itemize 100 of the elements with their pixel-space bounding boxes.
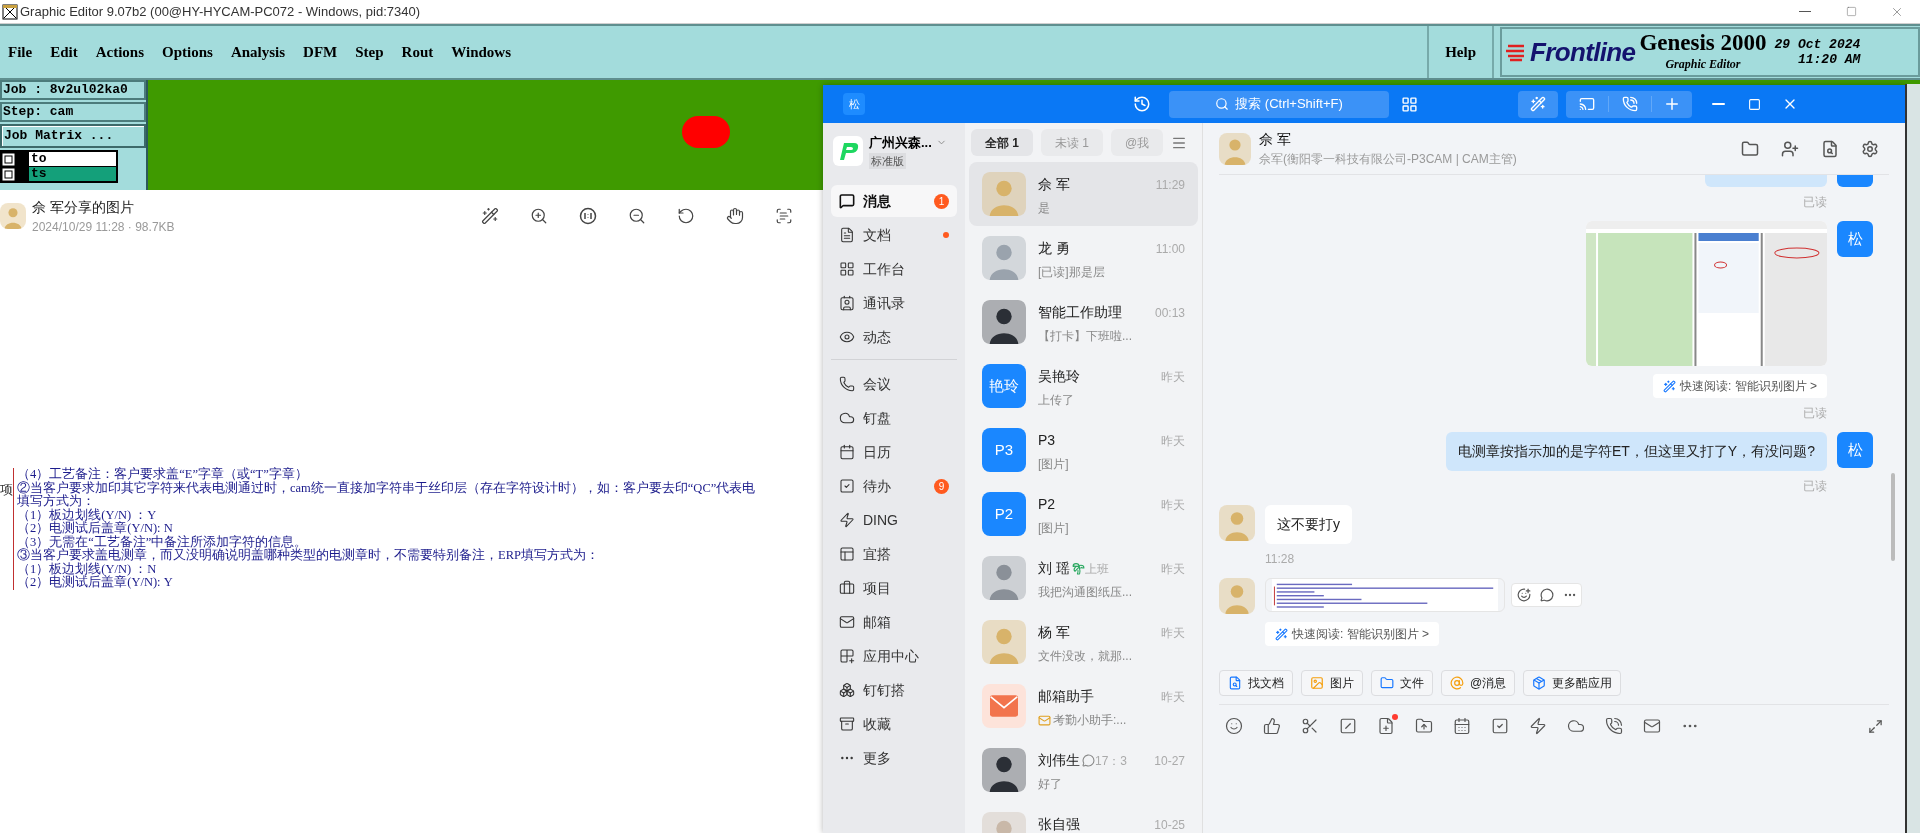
settings-icon[interactable]: [1861, 139, 1879, 158]
conversation-item[interactable]: P2 P2 昨天 [图片]: [969, 482, 1198, 546]
quick-action-button[interactable]: 文件: [1371, 670, 1433, 696]
nav-item[interactable]: 钉盘: [831, 402, 957, 434]
actual-size-icon[interactable]: [579, 207, 597, 225]
folder-icon[interactable]: [1741, 139, 1759, 158]
conversation-item[interactable]: P3 P3 昨天 [图片]: [969, 418, 1198, 482]
toolbar-icon[interactable]: [1567, 717, 1585, 735]
edition-tag: 标准版: [869, 152, 906, 169]
toolbar-icon[interactable]: [1415, 717, 1433, 735]
quick-action-button[interactable]: @消息: [1441, 670, 1516, 696]
ai-button[interactable]: [1518, 90, 1558, 118]
conversation-item[interactable]: 杨 军 昨天 文件没改，就那...: [969, 610, 1198, 674]
quick-action-button[interactable]: 图片: [1301, 670, 1363, 696]
apps-icon[interactable]: [1401, 95, 1418, 113]
conversation-item[interactable]: 龙 勇 11:00 [已读]那是层: [969, 226, 1198, 290]
message-preview: 我把沟通图纸压...: [1038, 584, 1132, 601]
filter-tab[interactable]: 全部 1: [971, 129, 1033, 156]
history-icon[interactable]: [1133, 95, 1151, 113]
nav-item[interactable]: 更多: [831, 742, 957, 774]
message-time: 昨天: [1161, 368, 1185, 386]
nav-item[interactable]: 待办 9: [831, 470, 957, 502]
menu-item[interactable]: Rout: [401, 40, 434, 64]
help-button[interactable]: Help: [1427, 26, 1494, 78]
job-matrix-button[interactable]: Job Matrix ...: [0, 124, 146, 148]
nav-item[interactable]: 工作台: [831, 253, 957, 285]
avatar-icon: [982, 172, 1026, 216]
toolbar-icon[interactable]: [775, 207, 793, 225]
nav-icon: [839, 648, 855, 664]
nav-item[interactable]: 文档: [831, 219, 957, 251]
menu-item[interactable]: Analysis: [230, 40, 286, 64]
toolbar-icon[interactable]: [1643, 717, 1661, 735]
chat-subtitle: 佘军(衡阳零一科技有限公司-P3CAM | CAM主管): [1259, 151, 1517, 168]
menu-item[interactable]: Edit: [50, 40, 78, 64]
toolbar-icon[interactable]: [1529, 717, 1547, 735]
toolbar-icon[interactable]: [1339, 717, 1357, 735]
toolbar-icon[interactable]: [1301, 717, 1319, 735]
phone-icon: [1622, 96, 1638, 112]
document-line: 填写方式为：: [17, 495, 95, 508]
search-icon[interactable]: [1821, 139, 1839, 158]
toolbar-icon[interactable]: [481, 207, 499, 225]
quick-read-chip[interactable]: 快速阅读: 智能识别图片 >: [1653, 374, 1827, 398]
add-user-icon[interactable]: [1781, 139, 1799, 158]
toolbar-icon[interactable]: [726, 207, 744, 225]
conversation-item[interactable]: 佘 军 11:29 是: [969, 162, 1198, 226]
conversation-item[interactable]: 邮箱助手 昨天 考勤小助手:...: [969, 674, 1198, 738]
conversation-item[interactable]: 刘伟生 17：3 10-27 好了: [969, 738, 1198, 802]
action-icon: [1310, 676, 1324, 690]
status-text: 17：3: [1095, 752, 1128, 770]
expand-icon[interactable]: [1868, 718, 1883, 734]
checkbox-icon[interactable]: [2, 152, 15, 166]
nav-item[interactable]: 通讯录: [831, 287, 957, 319]
layer-name[interactable]: to: [29, 152, 116, 166]
toolbar-icon[interactable]: [677, 207, 695, 225]
message-bubble: 电测章按指示加的是字符ET，但这里又打了Y，有没问题?: [1446, 432, 1827, 471]
nav-item[interactable]: 钉钉搭: [831, 674, 957, 706]
quick-action-button[interactable]: 找文档: [1219, 670, 1293, 696]
menu-item[interactable]: Options: [162, 40, 213, 64]
checkbox-icon[interactable]: [2, 167, 15, 181]
nav-item[interactable]: 日历: [831, 436, 957, 468]
nav-item[interactable]: 消息 1: [831, 185, 957, 217]
org-name[interactable]: 广州兴森...: [869, 133, 932, 153]
layer-name[interactable]: ts: [29, 167, 116, 181]
toolbar-icon[interactable]: [1605, 717, 1623, 735]
avatar-tile: 松: [1837, 221, 1873, 257]
phone-button[interactable]: [1608, 96, 1652, 112]
nav-icon: [839, 546, 855, 562]
nav-item[interactable]: 应用中心: [831, 640, 957, 672]
menu-item[interactable]: DFM: [303, 40, 338, 64]
conversation-item[interactable]: 艳玲 吴艳玲 昨天 上传了: [969, 354, 1198, 418]
menu-item[interactable]: Step: [355, 40, 384, 64]
toolbar-icon[interactable]: [1225, 717, 1243, 735]
toolbar-icon[interactable]: [530, 207, 548, 225]
toolbar-icon[interactable]: [1377, 717, 1395, 735]
menu-item[interactable]: Actions: [95, 40, 144, 64]
nav-item[interactable]: DING: [831, 504, 957, 536]
nav-item[interactable]: 项目: [831, 572, 957, 604]
toolbar-icon[interactable]: [628, 207, 646, 225]
conversation-item[interactable]: 智能工作助理 00:13 【打卡】下班啦...: [969, 290, 1198, 354]
nav-item[interactable]: 邮箱: [831, 606, 957, 638]
quick-read-chip[interactable]: 快速阅读: 智能识别图片 >: [1265, 622, 1439, 646]
menu-item[interactable]: File: [8, 40, 33, 64]
toolbar-icon[interactable]: [1491, 717, 1509, 735]
menu-item[interactable]: Windows: [451, 40, 511, 64]
nav-icon: [839, 227, 855, 243]
avatar-icon: [982, 620, 1026, 664]
nav-item[interactable]: 宜搭: [831, 538, 957, 570]
contact-name: 刘 瑶: [1038, 559, 1070, 578]
message-time: 昨天: [1161, 496, 1185, 514]
toolbar-icon[interactable]: [1453, 717, 1471, 735]
pad-shape: [682, 116, 730, 148]
toolbar-icon[interactable]: [1263, 717, 1281, 735]
nav-item[interactable]: 会议: [831, 368, 957, 400]
nav-item[interactable]: 动态: [831, 321, 957, 353]
avatar-tile: 松: [1837, 432, 1873, 468]
nav-icon: [839, 329, 855, 345]
quick-action-button[interactable]: 更多酷应用: [1523, 670, 1622, 696]
nav-item[interactable]: 收藏: [831, 708, 957, 740]
conversation-item[interactable]: 张自强 10-25: [969, 802, 1198, 833]
action-icon: [1380, 676, 1394, 690]
